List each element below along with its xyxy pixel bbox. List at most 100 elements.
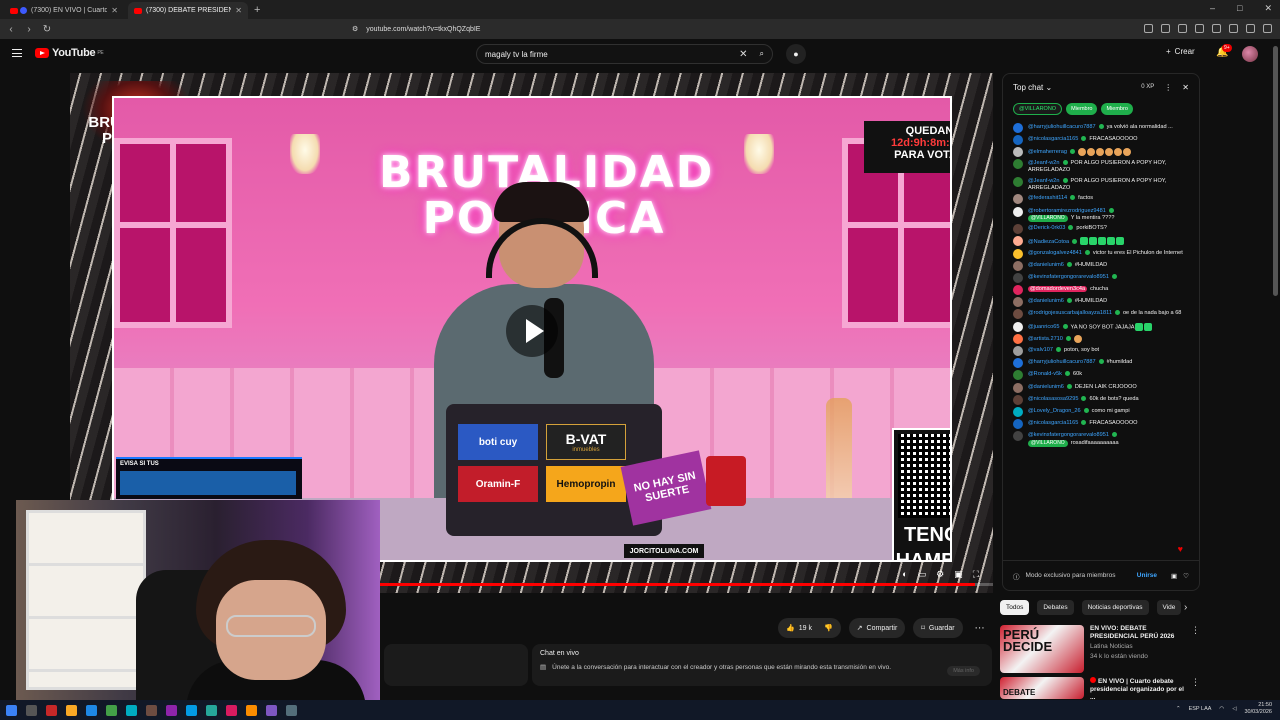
chat-author[interactable]: @artista.2710 (1028, 336, 1063, 342)
browser-tab-2[interactable]: (7300) DEBATE PRESIDENCIAL 2026 ✕ (128, 2, 248, 19)
app-icon[interactable] (226, 704, 237, 716)
app-icon[interactable] (46, 704, 57, 716)
chat-message[interactable]: @elmaherrerag (1003, 146, 1199, 158)
chat-avatar[interactable] (1013, 176, 1023, 187)
chat-message[interactable]: @Lovely_Dragon_26 como mi gampi (1003, 406, 1199, 418)
chat-author[interactable]: @domadordeven3c4a (1028, 286, 1088, 293)
app-icon[interactable] (206, 704, 217, 716)
chat-avatar[interactable] (1013, 285, 1023, 296)
chat-message[interactable]: @kevinsfatergongorarevalo8951 @VILLARONO r… (1003, 431, 1199, 449)
chat-avatar[interactable] (1013, 419, 1023, 430)
chat-author[interactable]: @danielunim6 (1028, 298, 1064, 304)
xp-indicator[interactable]: 0 XP (1141, 84, 1154, 90)
chat-message[interactable]: @nicolasgarcia1165 FRACASAOOOOO (1003, 134, 1199, 146)
chat-avatar[interactable] (1013, 333, 1023, 344)
chat-author[interactable]: @Ronald-v5k (1028, 371, 1062, 377)
minimize-button[interactable]: – (1210, 3, 1215, 14)
chip-todos[interactable]: Todos (1000, 600, 1030, 615)
recommendation-channel[interactable]: Latina Noticias (1090, 643, 1185, 651)
close-tab-icon[interactable]: ✕ (235, 6, 242, 15)
chat-author[interactable]: @rodrigojesuscarbajalloayza1811 (1028, 310, 1112, 316)
autoplay-toggle-icon[interactable]: ◐ (902, 569, 907, 580)
chip-videos[interactable]: Vide (1156, 600, 1182, 615)
recommendation-item[interactable]: PERÚ DECIDE EN VIVO: DEBATE PRESIDENCIAL… (1000, 625, 1200, 673)
menu-icon[interactable] (1263, 24, 1272, 33)
chip-debates[interactable]: Debates (1037, 600, 1074, 615)
app-icon[interactable] (126, 704, 137, 716)
extension-icon[interactable] (1195, 24, 1204, 33)
browser-tab-1[interactable]: (7300) EN VIVO | Cuarto debate presidenc… (4, 2, 124, 19)
settings-gear-icon[interactable]: ⚙ (936, 569, 944, 580)
chat-author[interactable]: @Jeanf-w2n (1028, 160, 1060, 166)
chat-message[interactable]: @NadiezaCotoa (1003, 236, 1199, 248)
youtube-logo[interactable]: YouTube PE (35, 47, 104, 59)
chat-message[interactable]: @danielunim6 #HUMILDAD (1003, 260, 1199, 272)
description-box[interactable] (384, 644, 528, 686)
chat-author[interactable]: @nicolasgarcia1165 (1028, 136, 1078, 142)
extension-icon[interactable] (1229, 24, 1238, 33)
recommendation-menu-icon[interactable]: ⋮ (1191, 625, 1200, 673)
chat-avatar[interactable] (1013, 431, 1023, 442)
start-icon[interactable] (6, 704, 17, 716)
chat-message[interactable]: @robertoramirezrodriguez9481 @VILLARONO Y … (1003, 206, 1199, 224)
chat-avatar[interactable] (1013, 394, 1023, 405)
app-icon[interactable] (146, 704, 157, 716)
recommendation-menu-icon[interactable]: ⋮ (1191, 677, 1200, 702)
back-icon[interactable]: ‹ (4, 24, 18, 35)
account-avatar[interactable] (1242, 46, 1258, 62)
chat-avatar[interactable] (1013, 159, 1023, 170)
dislike-icon[interactable]: 👎 (824, 624, 833, 632)
join-button[interactable]: Unirse (1137, 572, 1157, 579)
chat-avatar[interactable] (1013, 248, 1023, 259)
chat-mode-dropdown[interactable]: Top chat ⌄ (1013, 83, 1141, 92)
chat-author[interactable]: @kevinsfatergongorarevalo8951 (1028, 432, 1109, 438)
pinned-chip[interactable]: Miembro (1101, 103, 1133, 115)
chat-message[interactable]: @kevinsfatergongorarevalo8951 (1003, 272, 1199, 284)
chat-avatar[interactable] (1013, 406, 1023, 417)
chat-author[interactable]: @nicolasasosa9295 (1028, 396, 1078, 402)
fullscreen-icon[interactable]: ⛶ (973, 569, 979, 580)
search-box[interactable]: magaly tv la firme ✕ ⌕ (476, 44, 773, 64)
chat-message[interactable]: @nicolasasosa9295 60k de bots? queda (1003, 394, 1199, 406)
chat-avatar[interactable] (1013, 236, 1023, 247)
app-icon[interactable] (166, 704, 177, 716)
extension-icon[interactable] (1144, 24, 1153, 33)
chat-message[interactable]: @rodrigojesuscarbajalloayza1811 oe de la … (1003, 309, 1199, 321)
captions-icon[interactable]: ▭ (918, 569, 927, 580)
create-button[interactable]: + Crear (1166, 47, 1195, 56)
chat-author[interactable]: @kevinsfatergongorarevalo8951 (1028, 274, 1109, 280)
chat-avatar[interactable] (1013, 260, 1023, 271)
clock[interactable]: 21:50 30/03/2026 (1244, 702, 1272, 716)
like-button[interactable]: 👍 19 k 👎 (778, 618, 841, 638)
chat-author[interactable]: @elmaherrerag (1028, 149, 1067, 155)
site-info-icon[interactable]: ⚙ (352, 25, 358, 33)
search-icon[interactable]: ⌕ (760, 49, 764, 59)
new-tab-button[interactable]: + (254, 2, 260, 19)
recommendation-thumbnail[interactable]: DEBATE (1000, 677, 1084, 699)
chat-message[interactable]: @Derick-0rk03 porkiBOTS? (1003, 224, 1199, 236)
chat-avatar[interactable] (1013, 122, 1023, 133)
app-icon[interactable] (266, 704, 277, 716)
chat-message[interactable]: @nicolasgarcia1165 FRACASAOOOOO (1003, 419, 1199, 431)
wifi-icon[interactable]: ◠ (1219, 706, 1224, 712)
chat-avatar[interactable] (1013, 206, 1023, 217)
chat-author[interactable]: @NadiezaCotoa (1028, 239, 1069, 245)
emoji-panel-icon[interactable]: ▣ (1171, 572, 1177, 580)
chat-options-icon[interactable]: ⋮ (1164, 83, 1172, 92)
chat-avatar[interactable] (1013, 297, 1023, 308)
extension-icon[interactable] (1178, 24, 1187, 33)
chat-author[interactable]: @gonzalogalvez4841 (1028, 250, 1082, 256)
maximize-button[interactable]: □ (1237, 3, 1242, 14)
pinned-chip[interactable]: @VILLARONO (1013, 103, 1063, 115)
recommendation-title[interactable]: EN VIVO | Cuarto debate presidencial org… (1090, 677, 1185, 702)
chat-message[interactable]: @danielunim6 DEJEN LAIK CRJOOOO (1003, 382, 1199, 394)
chat-message[interactable]: @gonzalogalvez4841 victor tu eres El Pich… (1003, 248, 1199, 260)
close-tab-icon[interactable]: ✕ (111, 6, 118, 15)
chat-avatar[interactable] (1013, 272, 1023, 283)
app-icon[interactable] (86, 704, 97, 716)
recommendation-thumbnail[interactable]: PERÚ DECIDE (1000, 625, 1084, 673)
forward-icon[interactable]: › (22, 24, 36, 35)
chat-avatar[interactable] (1013, 358, 1023, 369)
chat-message[interactable]: @Jeanf-w2n POR ALGO PUSIERON A POPY HOY, … (1003, 159, 1199, 177)
chat-avatar[interactable] (1013, 146, 1023, 157)
